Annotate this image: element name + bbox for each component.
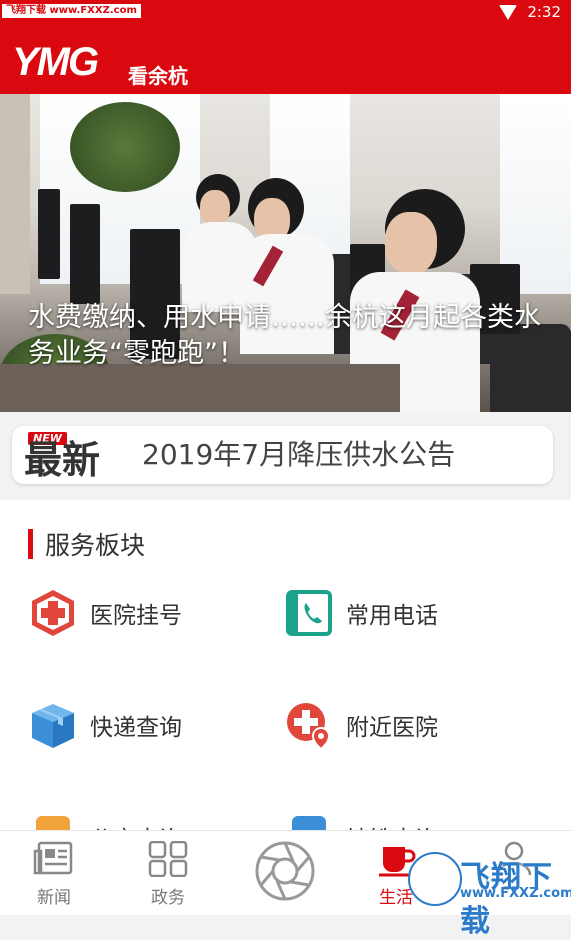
service-label: 公交查询 (90, 820, 182, 830)
section-header: 服务板块 (28, 526, 145, 562)
logo-text: 看余杭 (128, 64, 188, 88)
grid-icon (148, 840, 188, 878)
tab-label: 新闻 (37, 888, 71, 908)
phone-book-icon (284, 588, 334, 638)
tab-camera[interactable] (245, 839, 325, 909)
latest-news-strip[interactable]: NEW 最新 2019年7月降压供水公告 (12, 426, 553, 484)
service-label: 地铁查询 (346, 820, 438, 830)
service-hospital-registration[interactable]: 医院挂号 (28, 588, 182, 638)
service-nearby-hospital[interactable]: 附近医院 (284, 700, 438, 751)
operator-face (385, 212, 437, 274)
monitor (70, 204, 100, 304)
logo-mark: YMG (12, 40, 99, 84)
service-common-phone[interactable]: 常用电话 (284, 588, 438, 638)
services-section: 服务板块 医院挂号 常用电话 快递查询 附近医院 (0, 500, 571, 830)
metro-icon (284, 812, 334, 830)
wifi-icon (499, 4, 518, 20)
service-bus-query[interactable]: 公交查询 (28, 812, 182, 830)
service-express-query[interactable]: 快递查询 (28, 700, 182, 750)
plant (70, 102, 180, 192)
service-label: 医院挂号 (90, 603, 182, 629)
service-label: 快递查询 (90, 715, 182, 741)
watermark-tag: 飞翔下载 www.FXXZ.com (2, 4, 141, 18)
hospital-cross-icon (28, 588, 78, 638)
camera-aperture-icon (255, 841, 315, 901)
latest-label: 最新 (24, 438, 101, 482)
service-metro-query[interactable]: 地铁查询 (284, 812, 438, 830)
watermark-url: www.FXXZ.com (460, 886, 571, 901)
banner-caption[interactable]: 水费缴纳、用水申请……余杭这月起各类水务业务“零跑跑”！ (28, 300, 548, 372)
bus-icon (28, 812, 78, 830)
tab-label: 政务 (151, 888, 185, 908)
tab-government[interactable]: 政务 (128, 840, 208, 908)
operator-face (200, 190, 230, 226)
package-box-icon (28, 700, 78, 750)
newspaper-icon (33, 841, 73, 875)
monitor (38, 189, 60, 279)
section-accent-bar (28, 529, 33, 559)
wall-pillar (0, 94, 30, 294)
clock: 2:32 (527, 3, 561, 21)
section-title: 服务板块 (45, 531, 146, 560)
tab-news[interactable]: 新闻 (14, 841, 94, 908)
news-banner[interactable]: 水费缴纳、用水申请……余杭这月起各类水务业务“零跑跑”！ (0, 94, 571, 412)
latest-news-title[interactable]: 2019年7月降压供水公告 (142, 438, 455, 472)
app-header: YMG 看余杭 (0, 26, 571, 94)
watermark-logo (408, 852, 462, 906)
service-label: 常用电话 (346, 603, 438, 629)
status-bar: 飞翔下载 www.FXXZ.com 2:32 (0, 0, 571, 26)
hospital-location-icon (284, 700, 334, 751)
service-label: 附近医院 (346, 715, 438, 741)
